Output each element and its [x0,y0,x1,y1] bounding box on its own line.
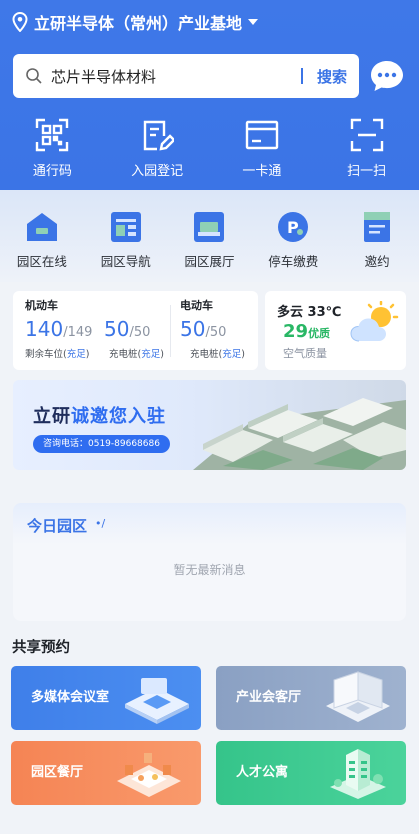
restaurant-icon [117,753,181,797]
motor-charging-count: 50/50 [104,317,151,341]
search-divider [300,68,303,84]
meeting-room-icon [125,678,189,724]
booking-label: 园区餐厅 [31,765,84,780]
quick-action-pass-code[interactable]: 通行码 [0,118,105,180]
service-label: 园区在线 [16,254,67,269]
weather-condition: 多云 33℃ [277,305,342,320]
weather-card[interactable]: 多云 33℃ 29优质 空气质量 [265,291,406,370]
apartment-icon [330,749,386,799]
search-button[interactable]: 搜索 [317,66,347,87]
chevron-down-icon [248,19,259,25]
motor-free-spaces: 140/149 [25,317,93,341]
service-park-navigation[interactable]: 园区导航 [84,190,168,282]
booking-talent-apartment[interactable]: 人才公寓 [216,741,406,805]
empty-message: 暂无最新消息 [173,563,246,577]
service-park-exhibition[interactable]: 园区展厅 [168,190,252,282]
quick-action-label: 一卡通 [242,164,282,179]
service-label: 园区展厅 [184,254,235,269]
header-area: 立研半导体（常州）产业基地 芯片半导体材料 搜索 通行码 入园登记 一卡通 扫一… [0,0,419,190]
service-parking-payment[interactable]: P 停车缴费 [251,190,335,282]
service-label: 园区导航 [100,254,151,269]
search-input[interactable]: 芯片半导体材料 [51,66,301,87]
card-icon [245,120,279,150]
qr-code-icon [36,118,69,152]
banner-phone: 咨询电话：0519-89668686 [33,435,170,453]
promo-banner[interactable]: 立研诚邀您入驻 咨询电话：0519-89668686 [13,380,406,470]
quick-action-label: 通行码 [32,164,72,179]
bottom-edge [0,815,419,834]
ev-title: 电动车 [180,299,213,312]
quick-action-label: 入园登记 [131,164,184,179]
quick-action-label: 扫一扫 [347,164,387,179]
today-park-title: 今日园区 [27,517,88,535]
quick-action-card[interactable]: 一卡通 [210,118,315,180]
quick-action-park-registration[interactable]: 入园登记 [105,118,210,180]
air-quality-label: 空气质量 [283,347,327,360]
service-label: 停车缴费 [268,254,319,269]
booking-park-restaurant[interactable]: 园区餐厅 [11,741,201,805]
svg-text:P: P [287,218,299,237]
location-pin-icon [12,12,28,32]
search-bar[interactable]: 芯片半导体材料 搜索 [13,54,359,98]
service-menu: 园区在线 园区导航 园区展厅 P 停车缴费 邀约 [0,190,419,282]
motor-status: 剩余车位(充足) [25,349,90,360]
reception-hall-icon [326,671,390,722]
parking-divider [170,305,171,357]
quick-action-scan[interactable]: 扫一扫 [314,118,419,180]
service-label: 邀约 [364,254,390,269]
ev-charging-status: 充电桩(充足) [190,349,245,360]
booking-label: 产业会客厅 [236,690,302,705]
booking-label: 人才公寓 [236,765,289,780]
house-icon [26,213,57,241]
parking-card[interactable]: 机动车 140/149 剩余车位(充足) 50/50 充电桩(充足) 电动车 5… [13,291,258,370]
service-park-online[interactable]: 园区在线 [0,190,84,282]
quick-actions: 通行码 入园登记 一卡通 扫一扫 [0,118,419,180]
scan-icon [350,118,383,152]
booking-reception-hall[interactable]: 产业会客厅 [216,666,406,730]
partly-cloudy-icon [350,301,399,342]
parking-icon: P [278,212,309,242]
today-park-decoration: •/ [95,517,106,530]
service-invitation[interactable]: 邀约 [335,190,419,282]
invitation-icon [364,212,391,242]
industrial-park-illustration [193,398,406,470]
location-label: 立研半导体（常州）产业基地 [34,14,243,33]
navigation-icon [110,212,141,242]
today-park-panel: 今日园区 •/ 暂无最新消息 [13,503,406,621]
exhibition-icon [194,212,225,242]
message-icon[interactable] [368,58,406,96]
ev-charging-count: 50/50 [180,317,227,341]
shared-reservation-title: 共享预约 [12,640,70,656]
air-quality-value: 29优质 [283,321,331,342]
booking-label: 多媒体会议室 [31,690,110,705]
location-selector[interactable]: 立研半导体（常州）产业基地 [12,10,259,34]
form-edit-icon [143,120,175,151]
search-icon [26,68,42,84]
banner-title: 立研诚邀您入驻 [33,406,166,427]
booking-meeting-room[interactable]: 多媒体会议室 [11,666,201,730]
motor-charging-status: 充电桩(充足) [109,349,164,360]
motor-vehicle-title: 机动车 [25,299,58,312]
